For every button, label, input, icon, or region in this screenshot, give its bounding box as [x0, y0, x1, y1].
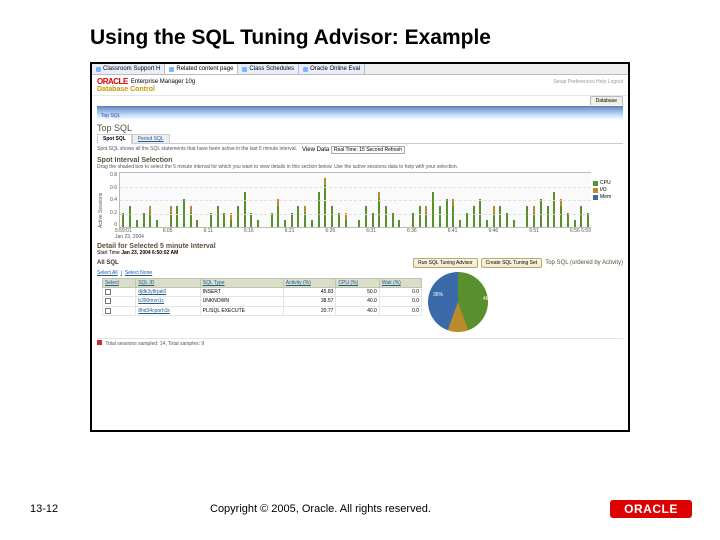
slide-footer: 13-12 Copyright © 2005, Oracle. All righ… [0, 500, 720, 518]
row-checkbox[interactable] [105, 289, 111, 295]
screenshot-panel: Classroom Support HRelated content pageC… [90, 62, 630, 432]
table-row: b390mvn1cUNKNOWN38.5740.00.0 [103, 297, 422, 306]
chart-ylabel: Active Sessions [97, 172, 105, 228]
chart-legend: CPUI/OMem [591, 172, 623, 228]
oracle-logo: ORACLE [97, 77, 128, 86]
page-title: Top SQL [92, 120, 628, 134]
select-all-link[interactable]: Select All [97, 270, 118, 276]
sql-id-link[interactable]: djdk3y8rjak0 [136, 288, 200, 297]
spot-interval-help: Drag the shaded box to select the 5 minu… [97, 164, 623, 170]
row-checkbox[interactable] [105, 298, 111, 304]
browser-tab[interactable]: Related content page [165, 64, 238, 74]
pie-label-1: 36% [433, 292, 443, 298]
activity-pie-chart: 36% 46% [428, 272, 498, 337]
copyright: Copyright © 2005, Oracle. All rights res… [190, 503, 610, 515]
run-tuning-advisor-button[interactable]: Run SQL Tuning Advisor [413, 258, 478, 268]
status-bar: Total sessions sampled: 14, Total sample… [97, 338, 623, 347]
view-data-select[interactable]: Real Time: 15 Second Refresh [331, 146, 405, 154]
spot-interval-title: Spot Interval Selection [97, 157, 623, 164]
all-sql-label: All SQL [97, 260, 119, 266]
footer-logo: ORACLE [610, 500, 692, 518]
tab-period-sql[interactable]: Period SQL [132, 134, 170, 144]
product-name: Enterprise Manager 10g [131, 79, 195, 85]
nav-tabs: Database [92, 96, 628, 105]
nav-tab-database[interactable]: Database [590, 96, 623, 105]
app-header: ORACLE Enterprise Manager 10g Setup Pref… [92, 75, 628, 86]
sql-id-link[interactable]: b390mvn1c [136, 297, 200, 306]
db-control-label: Database Control [92, 86, 628, 96]
top-sql-ordered-label: Top SQL (ordered by Activity) [545, 260, 623, 266]
start-time-value: Jan 23, 2004 6:50:02 AM [121, 250, 178, 256]
browser-tabs: Classroom Support HRelated content pageC… [92, 64, 628, 75]
pie-circle [428, 272, 488, 332]
oracle-footer-logo: ORACLE [610, 500, 692, 518]
view-data-label: View Data [302, 147, 329, 153]
start-time-label: Start Time [97, 250, 120, 256]
create-tuning-set-button[interactable]: Create SQL Tuning Set [481, 258, 543, 268]
table-actions: Select All | Select None [97, 270, 422, 276]
active-sessions-chart[interactable]: Active Sessions 0.80.60.40.20 CPUI/OMem … [97, 172, 623, 240]
table-row: djdk3y8rjak0INSERT45.8350.00.0 [103, 288, 422, 297]
gradient-bar: Top SQL [97, 106, 623, 120]
chart-yaxis: 0.80.60.40.20 [105, 172, 119, 228]
status-text: Total sessions sampled: 14, Total sample… [105, 341, 204, 347]
page-icon [97, 340, 102, 345]
sql-id-link[interactable]: 8hd34cporh1k [136, 306, 200, 315]
detail-title: Detail for Selected 5 minute Interval [97, 243, 623, 250]
chart-xdate: Jan 23, 2004 [115, 234, 623, 240]
browser-tab[interactable]: Oracle Online Eval [299, 64, 365, 74]
slide-title: Using the SQL Tuning Advisor: Example [0, 0, 720, 62]
header-links: Setup Preferences Help Logout [553, 79, 623, 85]
browser-tab[interactable]: Classroom Support H [92, 64, 165, 74]
chart-plot[interactable] [119, 172, 591, 228]
view-data-control[interactable]: View Data Real Time: 15 Second Refresh [302, 147, 405, 153]
breadcrumb: Top SQL [101, 113, 120, 119]
sql-table: SelectSQL IDSQL TypeActivity (%)CPU (%)W… [102, 278, 422, 316]
tab-spot-sql[interactable]: Spot SQL [97, 134, 132, 144]
spot-description: Spot SQL shows all the SQL statements th… [97, 146, 297, 152]
page-number: 13-12 [0, 503, 190, 515]
row-checkbox[interactable] [105, 308, 111, 314]
browser-tab[interactable]: Class Schedules [238, 64, 299, 74]
pie-label-2: 46% [483, 296, 493, 302]
select-none-link[interactable]: Select None [125, 270, 152, 276]
table-row: 8hd34cporh1kPL/SQL EXECUTE20.7740.00.0 [103, 306, 422, 315]
